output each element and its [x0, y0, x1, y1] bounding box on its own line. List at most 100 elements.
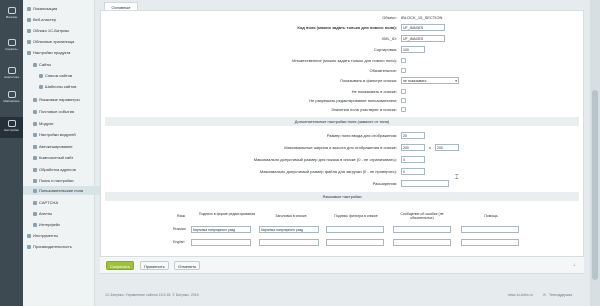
save-button[interactable]: Сохранить	[106, 261, 134, 270]
sidebar-item-cloud-storage[interactable]: Облачные хранилища	[23, 37, 98, 46]
sidebar-item-user-fields[interactable]: Пользовательские поля	[23, 186, 104, 195]
field-code-input[interactable]: UF_IMAGES	[401, 24, 445, 31]
sort-label: Сортировка:	[373, 47, 397, 52]
sidebar-item-site-list[interactable]: Список сайтов	[23, 71, 110, 80]
support-link[interactable]: Техподдержка	[549, 293, 572, 297]
en-list-header-input[interactable]	[259, 239, 319, 246]
module-settings-icon	[33, 132, 37, 137]
ru-filter-input[interactable]	[326, 226, 384, 233]
chevron-down-icon: ▾	[455, 79, 457, 83]
sidebar-item-interface[interactable]: Интерфейс	[23, 220, 104, 229]
captcha-icon	[33, 200, 37, 205]
rail-services[interactable]: Сервисы	[0, 36, 23, 57]
sidebar-item-autocache[interactable]: Автокеширование	[23, 142, 104, 151]
sidebar-item-cloud[interactable]: Облако 1С-Битрикс	[23, 26, 98, 35]
lang-settings-header: Языковые настройки	[105, 192, 579, 201]
search-icon	[33, 178, 37, 183]
composite-icon	[33, 155, 37, 160]
multiple-checkbox[interactable]	[401, 58, 406, 63]
tools-icon	[27, 233, 31, 238]
mandatory-row: Обязательное:	[101, 67, 583, 75]
scrollbar-thumb[interactable]	[592, 90, 598, 280]
rail-settings[interactable]: Настройки	[0, 117, 23, 138]
edit-form-panel: Объект: IBLOCK_15_SECTION Код поля (можн…	[100, 10, 584, 274]
extensions-input[interactable]	[401, 180, 449, 187]
url-icon	[33, 167, 37, 172]
object-label: Объект:	[382, 15, 397, 20]
copyright-text: 1С-Битрикс: Управление сайтом 15.5.18. ©…	[105, 293, 199, 297]
max-size-show-row: Максимально допустимый размер для показа…	[101, 156, 583, 164]
sidebar-item-sites[interactable]: Сайты	[23, 60, 104, 69]
language-icon	[33, 97, 37, 102]
rail-marketplace[interactable]: Marketplace	[0, 88, 23, 109]
sidebar-item-performance[interactable]: Производительность	[23, 242, 98, 251]
input-size-input[interactable]: 20	[401, 132, 425, 139]
sidebar-item-tools[interactable]: Инструменты	[23, 231, 98, 240]
expand-icon[interactable]: ⇣	[573, 262, 576, 267]
sidebar-item-captcha[interactable]: CAPTCHA	[23, 198, 104, 207]
ru-edit-form-input[interactable]: Картинка популярного разд	[191, 226, 251, 233]
apply-button[interactable]: Применить	[140, 261, 169, 270]
sidebar-item-languages[interactable]: Языковые параметры	[23, 95, 104, 104]
rail-shop[interactable]: Магазин	[0, 4, 23, 25]
marketplace-icon	[7, 91, 16, 98]
object-row: Объект: IBLOCK_15_SECTION	[101, 14, 583, 22]
sidebar-item-agents[interactable]: Агенты	[23, 209, 104, 218]
list-icon	[39, 73, 43, 78]
not-show-list-checkbox[interactable]	[401, 89, 406, 94]
services-icon	[7, 39, 16, 46]
max-size-show-label: Максимально допустимый размер для показа…	[253, 157, 397, 162]
show-filter-select[interactable]: не показывать ▾	[401, 77, 459, 84]
max-height-input[interactable]: 200	[435, 144, 459, 151]
sidebar-item-webcluster[interactable]: Веб-кластер	[23, 15, 98, 24]
sidebar-item-localization[interactable]: Локализация	[23, 4, 98, 13]
user-fields-icon	[33, 188, 37, 193]
sidebar-item-product-settings[interactable]: Настройки продукта	[23, 48, 98, 57]
rail-analytics[interactable]: Аналитика	[0, 64, 23, 85]
max-wh-label: Максимальные ширина и высота для отображ…	[284, 145, 397, 150]
search-label: Значения поля участвуют в поиске:	[331, 107, 397, 112]
sidebar-item-url-processing[interactable]: Обработка адресов	[23, 165, 104, 174]
sort-row: Сортировка: 100	[101, 46, 583, 54]
sidebar-item-search-settings[interactable]: Поиск и настройки	[23, 176, 104, 185]
max-width-input[interactable]: 200	[401, 144, 425, 151]
page-scrollbar[interactable]	[590, 0, 600, 306]
form-footer: Сохранить Применить Отменить ⇣	[100, 256, 584, 273]
not-show-list-label: Не показывать в списке:	[351, 89, 397, 94]
wh-separator: x	[429, 145, 431, 150]
edit-form-col-header: Подпись в форме редактирования	[198, 212, 256, 216]
sort-input[interactable]: 100	[401, 46, 425, 53]
main-nav-rail: Магазин Сервисы Аналитика Marketplace На…	[0, 0, 23, 306]
mandatory-checkbox[interactable]	[401, 68, 406, 73]
max-size-show-input[interactable]: 0	[401, 156, 425, 163]
agent-icon	[33, 211, 37, 216]
extensions-row: Расширения:	[101, 180, 583, 188]
gear-icon	[7, 120, 16, 127]
template-icon	[39, 84, 43, 89]
search-checkbox[interactable]	[401, 107, 406, 112]
en-error-input[interactable]	[393, 239, 451, 246]
ru-error-input[interactable]	[393, 226, 451, 233]
no-edit-checkbox[interactable]	[401, 98, 406, 103]
not-show-list-row: Не показывать в списке:	[101, 88, 583, 96]
cache-icon	[33, 144, 37, 149]
en-edit-form-input[interactable]	[191, 239, 251, 246]
ru-help-input[interactable]	[461, 226, 519, 233]
max-size-upload-input[interactable]: 0	[401, 168, 425, 175]
sidebar-item-templates[interactable]: Шаблоны сайтов	[23, 82, 110, 91]
en-filter-input[interactable]	[326, 239, 384, 246]
object-value: IBLOCK_15_SECTION	[401, 15, 443, 20]
help-col-header: Помощь	[484, 214, 498, 218]
performance-icon	[27, 244, 31, 249]
sidebar-item-mail-events[interactable]: Почтовые события	[23, 107, 104, 116]
sidebar-item-modules[interactable]: Модули	[23, 119, 104, 128]
sidebar-item-composite[interactable]: Композитный сайт	[23, 153, 104, 162]
ru-list-header-input[interactable]: Картинка популярного разд	[259, 226, 319, 233]
cancel-button[interactable]: Отменить	[174, 261, 201, 270]
xml-id-input[interactable]: UF_IMAGES	[401, 35, 445, 42]
site-link[interactable]: www.1c-bitrix.ru	[508, 293, 533, 297]
mail-icon	[33, 109, 37, 114]
en-help-input[interactable]	[461, 239, 519, 246]
cluster-icon	[27, 17, 31, 22]
sidebar-item-module-settings[interactable]: Настройки модулей	[23, 130, 104, 139]
